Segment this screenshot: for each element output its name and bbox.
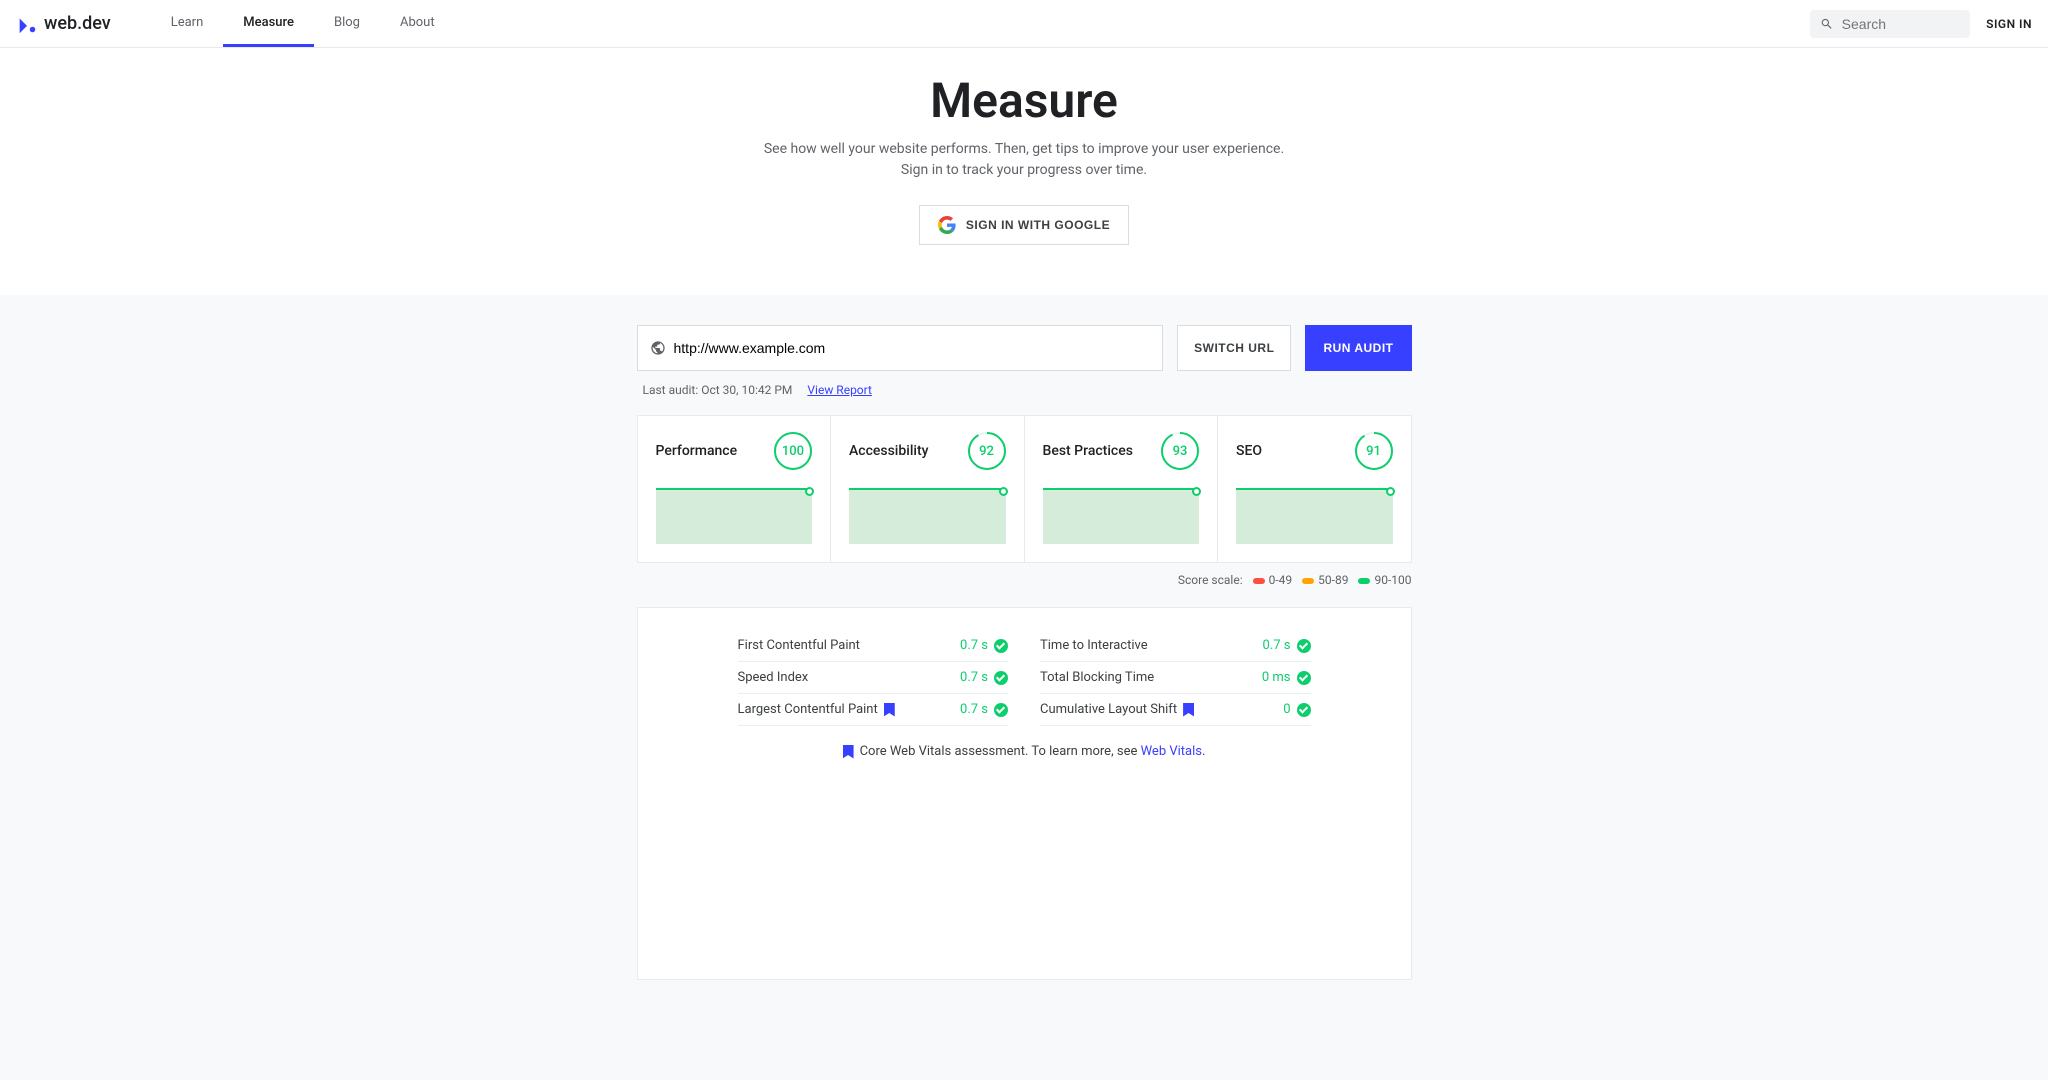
score-chart bbox=[849, 488, 1006, 544]
main-nav: LearnMeasureBlogAbout bbox=[151, 0, 455, 47]
score-ring: 92 bbox=[968, 432, 1006, 470]
brand-text: web.dev bbox=[44, 13, 111, 34]
metrics-col-right: Time to Interactive0.7 sTotal Blocking T… bbox=[1040, 638, 1311, 726]
nav-measure[interactable]: Measure bbox=[223, 0, 314, 47]
metric-row: First Contentful Paint0.7 s bbox=[738, 638, 1009, 662]
switch-url-button[interactable]: SWITCH URL bbox=[1177, 325, 1291, 371]
bookmark-icon bbox=[1183, 703, 1194, 717]
sign-in-link[interactable]: SIGN IN bbox=[1986, 17, 2032, 31]
score-card-performance[interactable]: Performance100 bbox=[638, 416, 832, 562]
google-icon bbox=[938, 216, 956, 234]
score-chart bbox=[656, 488, 813, 544]
nav-learn[interactable]: Learn bbox=[151, 0, 224, 47]
main-area: SWITCH URL RUN AUDIT Last audit: Oct 30,… bbox=[0, 295, 2048, 1080]
score-ring: 93 bbox=[1161, 432, 1199, 470]
score-card-seo[interactable]: SEO91 bbox=[1218, 416, 1411, 562]
score-card-accessibility[interactable]: Accessibility92 bbox=[831, 416, 1025, 562]
bookmark-icon bbox=[843, 745, 854, 759]
url-row: SWITCH URL RUN AUDIT bbox=[637, 325, 1412, 371]
score-cards: Performance100Accessibility92Best Practi… bbox=[637, 415, 1412, 563]
check-icon bbox=[1297, 671, 1311, 685]
score-card-best-practices[interactable]: Best Practices93 bbox=[1025, 416, 1219, 562]
url-input-wrapper bbox=[637, 325, 1164, 371]
nav-blog[interactable]: Blog bbox=[314, 0, 380, 47]
score-scale: Score scale:0-4950-8990-100 bbox=[637, 573, 1412, 587]
view-report-link[interactable]: View Report bbox=[807, 383, 872, 397]
search-box[interactable] bbox=[1810, 10, 1970, 38]
metric-row: Time to Interactive0.7 s bbox=[1040, 638, 1311, 662]
logo[interactable]: web.dev bbox=[16, 13, 111, 35]
globe-icon bbox=[650, 340, 666, 356]
nav-about[interactable]: About bbox=[380, 0, 455, 47]
bookmark-icon bbox=[884, 703, 895, 717]
check-icon bbox=[994, 639, 1008, 653]
metrics-card: First Contentful Paint0.7 sSpeed Index0.… bbox=[637, 607, 1412, 980]
page-title: Measure bbox=[0, 72, 2048, 129]
metrics-col-left: First Contentful Paint0.7 sSpeed Index0.… bbox=[738, 638, 1009, 726]
score-ring: 91 bbox=[1355, 432, 1393, 470]
score-chart bbox=[1043, 488, 1200, 544]
sign-in-google-button[interactable]: SIGN IN WITH GOOGLE bbox=[919, 205, 1129, 245]
search-input[interactable] bbox=[1842, 16, 1960, 32]
check-icon bbox=[994, 671, 1008, 685]
check-icon bbox=[994, 703, 1008, 717]
run-audit-button[interactable]: RUN AUDIT bbox=[1305, 325, 1411, 371]
check-icon bbox=[1297, 703, 1311, 717]
page-subtitle: See how well your website performs. Then… bbox=[754, 139, 1294, 181]
last-audit: Last audit: Oct 30, 10:42 PM View Report bbox=[643, 383, 1412, 397]
metric-row: Cumulative Layout Shift0 bbox=[1040, 694, 1311, 726]
core-vitals-note: Core Web Vitals assessment. To learn mor… bbox=[738, 744, 1311, 759]
metric-row: Largest Contentful Paint0.7 s bbox=[738, 694, 1009, 726]
logo-icon bbox=[16, 13, 38, 35]
url-input[interactable] bbox=[674, 340, 1151, 356]
score-chart bbox=[1236, 488, 1393, 544]
metric-row: Speed Index0.7 s bbox=[738, 662, 1009, 694]
check-icon bbox=[1297, 639, 1311, 653]
score-ring: 100 bbox=[774, 432, 812, 470]
web-vitals-link[interactable]: Web Vitals bbox=[1141, 744, 1202, 759]
header: web.dev LearnMeasureBlogAbout SIGN IN bbox=[0, 0, 2048, 48]
search-icon bbox=[1820, 16, 1834, 32]
metric-row: Total Blocking Time0 ms bbox=[1040, 662, 1311, 694]
hero: Measure See how well your website perfor… bbox=[0, 48, 2048, 295]
